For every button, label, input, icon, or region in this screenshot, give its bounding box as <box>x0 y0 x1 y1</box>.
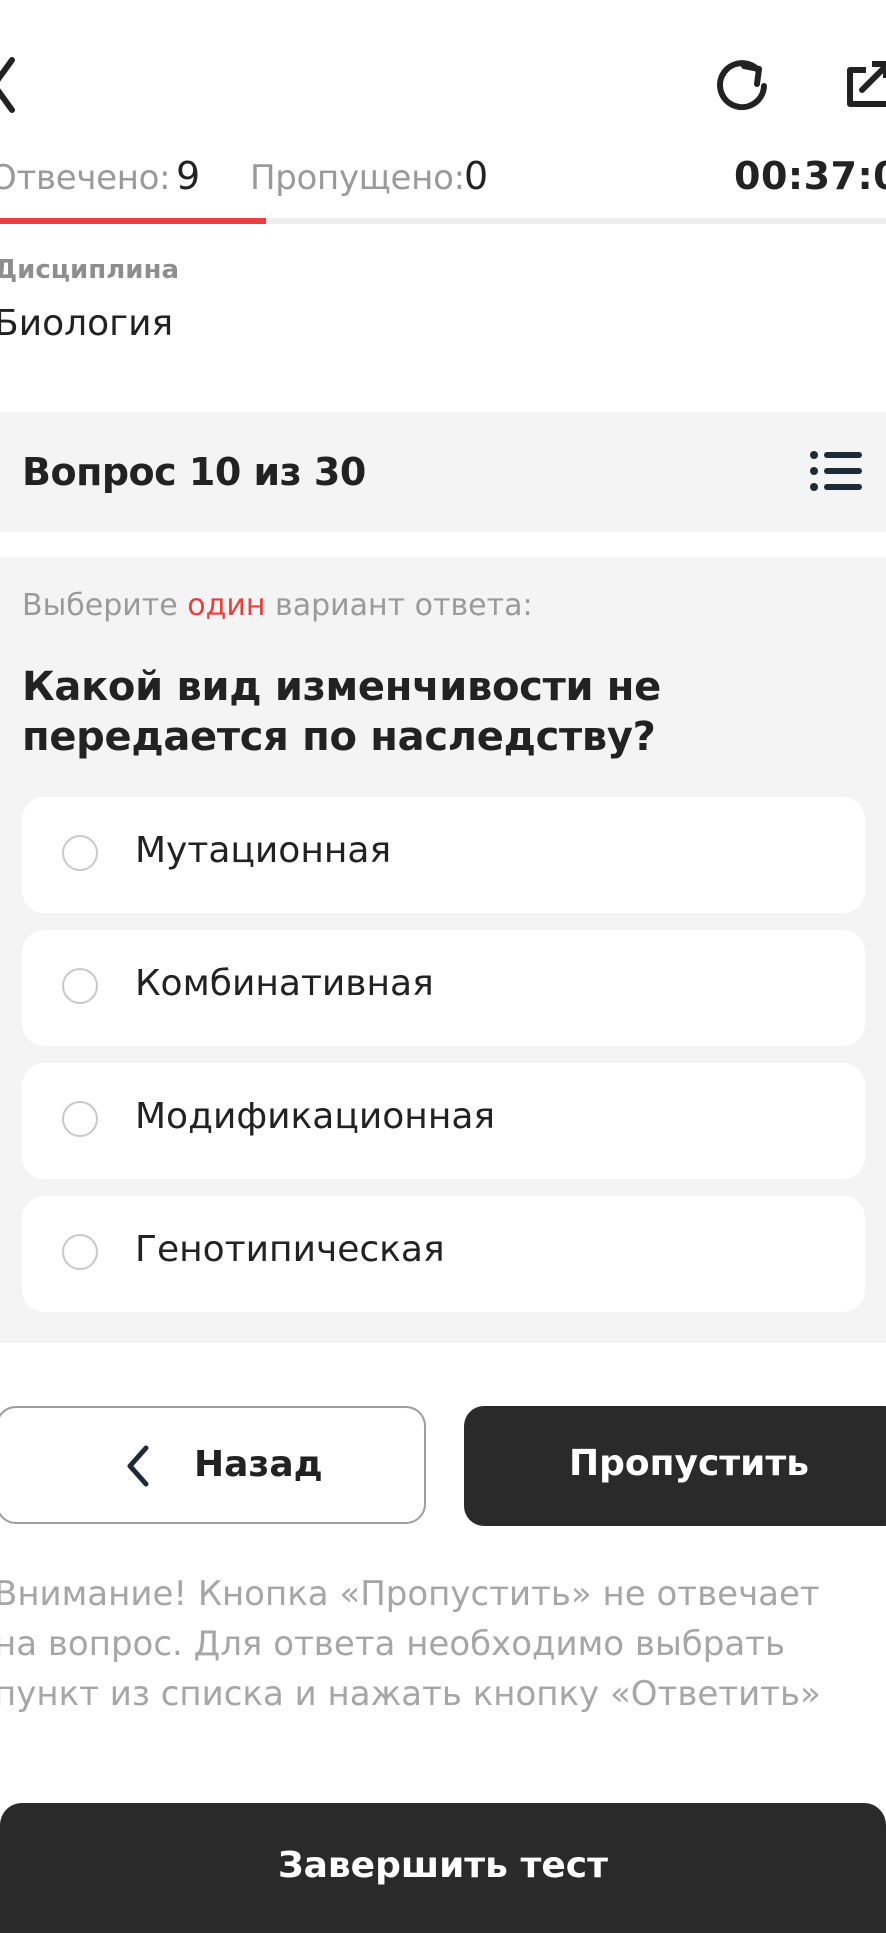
list-icon[interactable] <box>810 450 862 492</box>
answer-option[interactable]: Мутационная <box>22 797 865 913</box>
timer: 00:37:01 <box>734 154 886 198</box>
answer-option-label: Модификационная <box>135 1096 496 1137</box>
answered-label: Отвечено: <box>0 158 171 198</box>
hint-accent: один <box>187 588 266 623</box>
back-icon[interactable] <box>0 54 16 116</box>
external-link-icon[interactable] <box>846 60 886 108</box>
answer-option-label: Комбинативная <box>135 963 434 1004</box>
finish-test-label: Завершить тест <box>278 1845 608 1886</box>
chevron-left-icon <box>124 1444 152 1492</box>
skip-button-label: Пропустить <box>569 1443 810 1484</box>
warning-line: Внимание! Кнопка «Пропустить» не отвечае… <box>0 1574 820 1614</box>
skipped-count: 0 <box>464 154 489 198</box>
question-text: Какой вид изменчивости не передается по … <box>22 664 661 760</box>
skipped-label: Пропущено: <box>250 158 465 198</box>
radio-button[interactable] <box>62 835 98 871</box>
discipline-label: Дисциплина <box>0 255 180 285</box>
answer-option-label: Генотипическая <box>135 1229 445 1270</box>
question-card: Выберите один вариант ответа: Какой вид … <box>0 557 886 1343</box>
finish-test-button[interactable]: Завершить тест <box>0 1803 886 1933</box>
answered-count: 9 <box>176 154 201 198</box>
question-counter: Вопрос 10 из 30 <box>22 450 366 494</box>
skip-warning: Внимание! Кнопка «Пропустить» не отвечае… <box>0 1569 874 1719</box>
warning-line: пункт из списка и нажать кнопку «Ответит… <box>0 1674 821 1714</box>
refresh-icon[interactable] <box>712 54 772 114</box>
hint-prefix: Выберите <box>22 588 178 623</box>
answer-hint: Выберите один вариант ответа: <box>22 588 533 623</box>
discipline-value: Биология <box>0 303 174 344</box>
hint-suffix: вариант ответа: <box>275 588 533 623</box>
radio-button[interactable] <box>62 968 98 1004</box>
back-button[interactable]: Назад <box>0 1406 426 1524</box>
answer-option[interactable]: Генотипическая <box>22 1196 865 1312</box>
answer-option-label: Мутационная <box>135 830 392 871</box>
radio-button[interactable] <box>62 1234 98 1270</box>
progress-bar-fill <box>0 218 266 224</box>
answer-option[interactable]: Комбинативная <box>22 930 865 1046</box>
skip-button[interactable]: Пропустить <box>464 1406 886 1526</box>
warning-line: на вопрос. Для ответа необходимо выбрать <box>0 1624 786 1664</box>
question-counter-card: Вопрос 10 из 30 <box>0 412 886 532</box>
answer-option[interactable]: Модификационная <box>22 1063 865 1179</box>
back-button-label: Назад <box>194 1444 323 1485</box>
radio-button[interactable] <box>62 1101 98 1137</box>
